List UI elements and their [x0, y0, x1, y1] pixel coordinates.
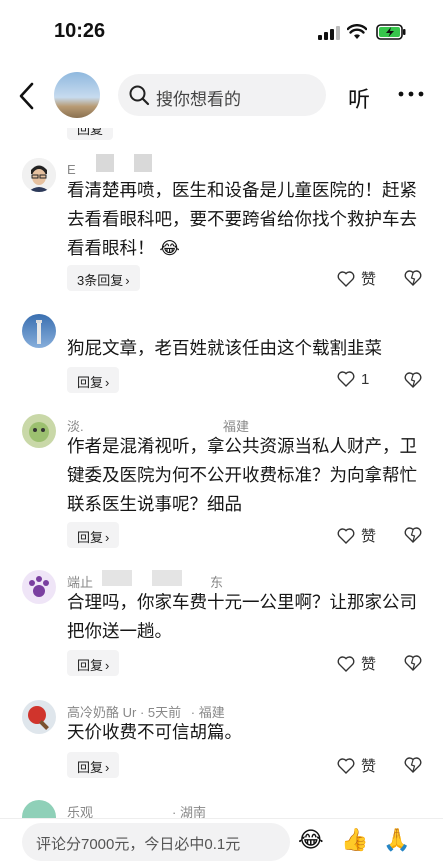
heart-icon: [337, 371, 355, 387]
bottom-comment-bar: 评论分7000元，今日必中0.1元 😂 👍 🙏: [0, 818, 443, 864]
commenter-avatar[interactable]: [22, 314, 56, 348]
commenter-avatar[interactable]: [22, 158, 56, 192]
commenter-avatar[interactable]: [22, 414, 56, 448]
search-placeholder: 搜你想看的: [156, 90, 241, 109]
laughing-crying-emoji: 😂: [154, 238, 180, 258]
reply-button[interactable]: 回复 ›: [67, 752, 120, 778]
pray-emoji-button[interactable]: 🙏: [383, 827, 410, 853]
commenter-name[interactable]: E: [67, 162, 76, 177]
replies-button[interactable]: 3条回复 ›: [67, 265, 140, 291]
more-icon[interactable]: [397, 82, 425, 106]
person-glasses-avatar-icon: [22, 158, 56, 192]
comment-list[interactable]: 回复 E 看清楚再喷，医生和设备是儿童医院的！赶紧去看看眼科吧，要不要跨省给你找…: [0, 128, 443, 818]
comment-text: 天价收费不可信胡篇。: [67, 722, 242, 742]
comment-text: 作者是混淆视听，拿公共资源当私人财产，卫键委及医院为何不公开收费标准？为向拿帮忙…: [67, 436, 417, 514]
heart-icon: [337, 270, 355, 287]
status-bar: 10:26: [0, 0, 443, 62]
heart-icon: [337, 757, 355, 774]
dislike-heart-icon[interactable]: [404, 654, 422, 672]
search-input[interactable]: 搜你想看的: [118, 74, 326, 116]
signal-icon: [318, 26, 340, 40]
commenter-avatar[interactable]: [22, 570, 56, 604]
redacted-name-block: [102, 570, 132, 586]
redacted-name-block: [96, 154, 114, 172]
ping-pong-avatar-icon: [28, 706, 49, 730]
like-button[interactable]: 赞: [337, 755, 376, 776]
battery-charging-icon: [376, 24, 406, 40]
dislike-heart-icon[interactable]: [404, 756, 422, 774]
comment-input[interactable]: 评论分7000元，今日必中0.1元: [22, 823, 290, 861]
paw-avatar-icon: [29, 576, 49, 597]
reply-button[interactable]: 回复 ›: [67, 522, 120, 548]
heart-icon: [337, 655, 355, 672]
like-button[interactable]: 赞: [337, 653, 376, 674]
tower-avatar-icon: [36, 320, 42, 344]
reply-button[interactable]: 回复 ›: [67, 650, 120, 676]
comment-input-text: 评论分7000元，今日必中0.1元: [36, 836, 241, 853]
wifi-icon: [347, 24, 367, 39]
heart-icon: [337, 527, 355, 544]
laughing-emoji-button[interactable]: 😂: [298, 827, 324, 853]
dislike-heart-icon[interactable]: [404, 371, 422, 389]
top-nav: 搜你想看的 听: [0, 62, 443, 128]
cartoon-avatar-icon: [29, 422, 49, 442]
redacted-name-block: [134, 154, 152, 172]
comment-text: 看清楚再喷，医生和设备是儿童医院的！赶紧去看看眼科吧，要不要跨省给你找个救护车去…: [67, 180, 417, 258]
search-icon: [129, 85, 150, 106]
redacted-name-block: [152, 570, 182, 586]
status-time: 10:26: [54, 20, 106, 42]
commenter-location: · 湖南: [172, 805, 206, 818]
comment-text: 狗屁文章，老百姓就该任由这个载割韭菜: [67, 338, 382, 358]
listen-button[interactable]: 听: [348, 82, 370, 114]
dislike-heart-icon[interactable]: [404, 526, 422, 544]
author-avatar[interactable]: [54, 72, 100, 118]
commenter-avatar[interactable]: [22, 800, 56, 818]
commenter-avatar[interactable]: [22, 700, 56, 734]
like-button[interactable]: 赞: [337, 525, 376, 546]
commenter-name[interactable]: 乐观 · 湖南: [67, 802, 206, 818]
reply-button[interactable]: 回复 ›: [67, 367, 120, 393]
reply-button[interactable]: 回复: [67, 128, 114, 140]
comment-text: 合理吗，你家车费十元一公里啊？让那家公司把你送一趟。: [67, 592, 417, 641]
thumbs-up-emoji-button[interactable]: 👍: [341, 827, 368, 853]
like-button[interactable]: 1: [337, 370, 369, 388]
back-arrow-icon[interactable]: [14, 80, 40, 112]
like-button[interactable]: 赞: [337, 268, 376, 289]
dislike-heart-icon[interactable]: [404, 269, 422, 287]
